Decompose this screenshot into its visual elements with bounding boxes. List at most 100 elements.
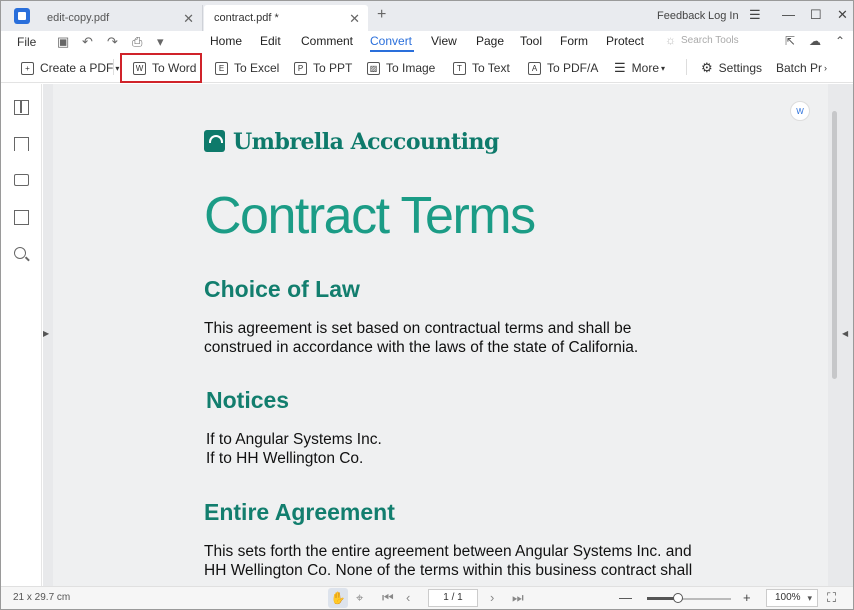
to-image-button[interactable]: ▨ To Image [367, 59, 435, 77]
umbrella-logo-icon [204, 130, 225, 152]
excel-icon: E [215, 61, 228, 75]
attachment-icon[interactable] [14, 210, 29, 225]
search-tools-input[interactable]: Search Tools [681, 35, 739, 46]
menu-view[interactable]: View [431, 34, 457, 48]
convert-to-word-badge-icon[interactable]: W [790, 101, 810, 121]
print-icon[interactable]: ⎙ [132, 34, 142, 50]
tab-bar: edit-copy.pdf ✕ contract.pdf * ✕ + Feedb… [1, 1, 853, 31]
next-page-icon[interactable]: › [490, 590, 494, 605]
menu-tool[interactable]: Tool [520, 34, 542, 48]
create-pdf-label: Create a PDF [40, 61, 114, 75]
section-heading: Entire Agreement [204, 499, 395, 525]
section-text: This sets forth the entire agreement bet… [204, 543, 692, 560]
image-icon: ▨ [367, 61, 380, 75]
to-word-button[interactable]: W To Word [133, 59, 196, 77]
minimize-icon[interactable]: — [782, 7, 795, 22]
collapse-icon[interactable]: ⌃ [835, 34, 845, 48]
section-text: If to HH Wellington Co. [206, 450, 364, 467]
section-text: This agreement is set based on contractu… [204, 320, 632, 337]
close-icon[interactable]: ✕ [183, 11, 194, 27]
tab-label: edit-copy.pdf [47, 12, 110, 24]
ppt-icon: P [294, 61, 307, 75]
settings-button[interactable]: ⚙ Settings [701, 59, 762, 77]
thumbnail-panel-icon[interactable] [14, 100, 29, 115]
create-pdf-button[interactable]: + Create a PDF ▾ [21, 59, 119, 77]
convert-toolbar: + Create a PDF ▾ W To Word E To Excel P … [1, 53, 853, 83]
menu-home[interactable]: Home [210, 34, 242, 48]
save-icon[interactable]: ▣ [57, 34, 69, 50]
hand-tool-icon[interactable]: ✋ [328, 588, 348, 608]
zoom-level-select[interactable]: 100% [766, 589, 818, 607]
select-tool-icon[interactable]: ⌖ [356, 590, 363, 606]
chevron-down-icon: ▾ [661, 63, 666, 73]
gear-icon: ⚙ [701, 60, 713, 75]
section-text: HH Wellington Co. None of the terms with… [204, 562, 693, 579]
active-tab-underline [370, 50, 414, 52]
app-logo-icon [14, 8, 30, 24]
pdfa-icon: A [528, 61, 541, 75]
close-icon[interactable]: ✕ [349, 11, 360, 27]
tab-edit-copy[interactable]: edit-copy.pdf ✕ [37, 5, 203, 31]
lightbulb-icon: ☼ [665, 33, 676, 47]
bookmark-icon[interactable] [14, 137, 29, 151]
zoom-out-icon[interactable]: — [619, 590, 632, 605]
word-icon: W [133, 61, 146, 75]
zoom-slider-handle[interactable] [673, 593, 683, 603]
to-pdfa-button[interactable]: A To PDF/A [528, 59, 598, 77]
menu-page[interactable]: Page [476, 34, 504, 48]
batch-label: Batch Pr [776, 61, 823, 75]
menu-convert[interactable]: Convert [370, 34, 412, 48]
toolbar-divider [686, 59, 687, 75]
to-text-button[interactable]: T To Text [453, 59, 510, 77]
page-dimensions: 21 x 29.7 cm [13, 592, 71, 603]
to-ppt-button[interactable]: P To PPT [294, 59, 352, 77]
left-sidebar [1, 84, 42, 586]
expand-left-panel-icon[interactable]: ▶ [43, 329, 49, 338]
feedback-link[interactable]: Feedback [657, 10, 705, 22]
expand-right-panel-icon[interactable]: ◀ [842, 329, 848, 338]
to-pdfa-label: To PDF/A [547, 61, 599, 75]
to-word-label: To Word [152, 61, 197, 75]
to-image-label: To Image [386, 61, 436, 75]
section-heading: Notices [206, 387, 290, 413]
search-icon[interactable] [14, 247, 26, 259]
cloud-upload-icon[interactable]: ☁ [809, 34, 821, 48]
to-text-label: To Text [472, 61, 510, 75]
section-text: construed in accordance with the laws of… [204, 339, 639, 356]
first-page-icon[interactable]: ⏮ [382, 590, 394, 606]
menu-edit[interactable]: Edit [260, 34, 281, 48]
menu-comment[interactable]: Comment [301, 34, 353, 48]
menu-protect[interactable]: Protect [606, 34, 644, 48]
chevron-right-icon: › [824, 63, 828, 73]
close-window-icon[interactable]: ✕ [837, 7, 848, 23]
menu-icon[interactable]: ☰ [749, 7, 761, 23]
vertical-scrollbar[interactable] [832, 111, 837, 379]
app-window: edit-copy.pdf ✕ contract.pdf * ✕ + Feedb… [0, 0, 854, 610]
redo-icon[interactable]: ↷ [107, 34, 118, 50]
prev-page-icon[interactable]: ‹ [406, 590, 410, 605]
login-link[interactable]: Log In [708, 10, 739, 22]
fit-page-icon[interactable]: ⛶ [827, 590, 836, 606]
undo-icon[interactable]: ↶ [82, 34, 93, 50]
create-pdf-icon: + [21, 61, 34, 75]
new-tab-icon[interactable]: + [377, 6, 386, 24]
zoom-in-icon[interactable]: + [743, 590, 751, 605]
page-number-input[interactable]: 1 / 1 [428, 589, 478, 607]
menu-file[interactable]: File [17, 35, 36, 49]
to-excel-button[interactable]: E To Excel [215, 59, 279, 77]
comment-icon[interactable] [14, 174, 29, 186]
text-icon: T [453, 61, 466, 75]
status-bar: 21 x 29.7 cm ✋ ⌖ ⏮ ‹ 1 / 1 › ⏭ — + 100% … [1, 586, 853, 609]
section-heading: Choice of Law [204, 276, 360, 302]
more-label: More [631, 61, 659, 75]
customize-icon[interactable]: ▾ [157, 34, 164, 50]
more-button[interactable]: ☰ More ▾ [614, 59, 665, 77]
document-title: Contract Terms [204, 187, 536, 245]
menu-form[interactable]: Form [560, 34, 588, 48]
share-icon[interactable]: ⇱ [785, 34, 795, 48]
maximize-icon[interactable]: ☐ [810, 7, 822, 23]
batch-button[interactable]: Batch Pr › [776, 59, 827, 77]
menu-bar: File ▣ ↶ ↷ ⎙ ▾ Home Edit Comment Convert… [1, 31, 853, 53]
last-page-icon[interactable]: ⏭ [512, 590, 524, 606]
tab-contract[interactable]: contract.pdf * ✕ [204, 5, 368, 31]
